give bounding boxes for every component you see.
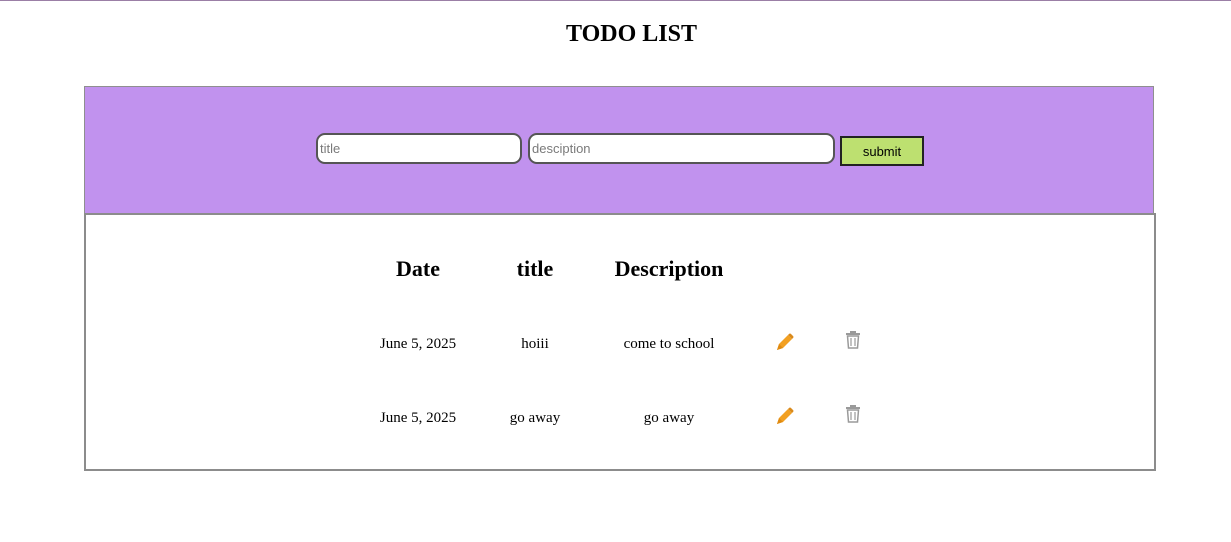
todo-description: come to school	[623, 336, 715, 352]
todo-list: Date title Description June 5, 2025 hoii…	[84, 213, 1156, 471]
edit-button[interactable]	[773, 406, 795, 428]
description-input[interactable]	[528, 133, 835, 164]
header-date: Date	[396, 256, 440, 281]
top-border	[0, 0, 1231, 1]
todo-date: June 5, 2025	[379, 410, 457, 426]
pencil-icon	[777, 407, 794, 424]
todo-title: go away	[509, 410, 561, 426]
title-input[interactable]	[316, 133, 522, 164]
trash-icon	[846, 405, 860, 423]
edit-button[interactable]	[773, 332, 795, 354]
header-description: Description	[614, 256, 724, 281]
todo-title: hoiii	[521, 336, 549, 352]
delete-button[interactable]	[844, 330, 866, 352]
todo-row: June 5, 2025 go away go away	[86, 403, 1154, 433]
pencil-icon	[777, 333, 794, 350]
todo-date: June 5, 2025	[379, 336, 457, 352]
submit-button[interactable]: submit	[840, 136, 924, 166]
todo-description: go away	[643, 410, 695, 426]
page-title: TODO LIST	[566, 21, 697, 47]
delete-button[interactable]	[844, 404, 866, 426]
header-title: title	[516, 256, 554, 281]
trash-icon	[846, 331, 860, 349]
todo-row: June 5, 2025 hoiii come to school	[86, 329, 1154, 359]
todo-form: submit	[84, 86, 1154, 214]
